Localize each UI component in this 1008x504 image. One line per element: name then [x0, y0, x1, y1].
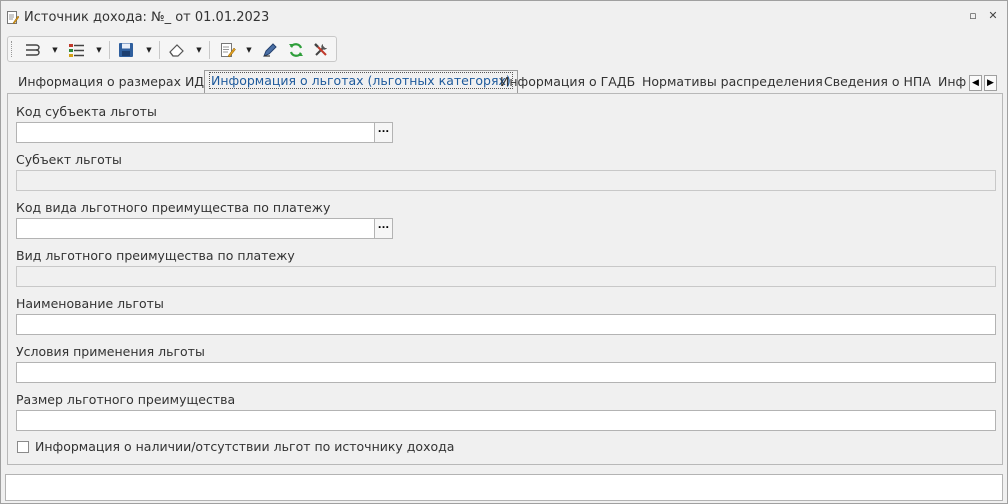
subject-code-label: Код субъекта льготы — [16, 104, 157, 119]
relations-button[interactable] — [22, 40, 44, 60]
benefits-panel: Код субъекта льготы ... Субъект льготы К… — [7, 93, 1003, 465]
tab-benefits-info-label: Информация о льготах (льготных категорях… — [209, 72, 513, 89]
benefit-type-code-label: Код вида льготного преимущества по плате… — [16, 200, 331, 215]
chevron-down-icon: ▼ — [96, 46, 102, 54]
availability-checkbox-label[interactable]: Информация о наличии/отсутствии льгот по… — [35, 439, 454, 454]
benefit-name-label: Наименование льготы — [16, 296, 164, 311]
tab-distribution-norms[interactable]: Нормативы распределения — [642, 72, 823, 93]
toolbar-divider — [109, 41, 110, 59]
close-icon: ✕ — [988, 9, 998, 22]
status-icon — [69, 44, 84, 57]
subject-code-input[interactable] — [16, 122, 376, 143]
status-field[interactable] — [5, 474, 1003, 501]
chevron-left-icon: ◀ — [972, 78, 979, 88]
refresh-icon — [289, 43, 303, 57]
pen-icon — [263, 43, 277, 57]
benefit-name-input[interactable] — [16, 314, 996, 335]
document-actions-button[interactable] — [217, 40, 239, 60]
tab-npa-info[interactable]: Сведения о НПА — [824, 72, 931, 93]
sign-button[interactable] — [259, 40, 281, 60]
chevron-down-icon: ▼ — [196, 46, 202, 54]
settings-button[interactable] — [310, 40, 332, 60]
conditions-input[interactable] — [16, 362, 996, 383]
chevron-down-icon: ▼ — [52, 46, 58, 54]
clear-button[interactable] — [166, 40, 188, 60]
tab-more[interactable]: Инф — [938, 72, 970, 93]
save-dropdown[interactable]: ▼ — [144, 40, 154, 60]
restore-button[interactable]: ▫ — [966, 9, 980, 23]
chevron-right-icon: ▶ — [987, 78, 994, 88]
toolbar-divider — [209, 41, 210, 59]
tab-size-info[interactable]: Информация о размерах ИД — [18, 72, 204, 93]
close-button[interactable]: ✕ — [986, 9, 1000, 23]
tab-gadb-info[interactable]: Информация о ГАДБ — [500, 72, 635, 93]
tools-icon — [314, 43, 327, 56]
benefit-type-code-input[interactable] — [16, 218, 376, 239]
window-title: Источник дохода: №_ от 01.01.2023 — [24, 10, 270, 25]
save-button[interactable] — [115, 40, 137, 60]
amount-input[interactable] — [16, 410, 996, 431]
restore-icon: ▫ — [969, 9, 977, 22]
relations-icon — [26, 44, 40, 56]
subject-label: Субъект льготы — [16, 152, 122, 167]
toolbar: ▼ ▼ ▼ ▼ ▼ — [7, 36, 337, 62]
clear-dropdown[interactable]: ▼ — [194, 40, 204, 60]
chevron-down-icon: ▼ — [246, 46, 252, 54]
tab-benefits-info[interactable]: Информация о льготах (льготных категорях… — [204, 70, 518, 93]
refresh-button[interactable] — [285, 40, 307, 60]
benefit-type-label: Вид льготного преимущества по платежу — [16, 248, 295, 263]
tab-scroll-left-button[interactable]: ◀ — [969, 75, 982, 91]
title-bar: Источник дохода: №_ от 01.01.2023 ▫ ✕ — [1, 1, 1007, 34]
document-window: Источник дохода: №_ от 01.01.2023 ▫ ✕ ▼ — [0, 0, 1008, 504]
relations-dropdown[interactable]: ▼ — [50, 40, 60, 60]
document-edit-icon — [7, 11, 19, 25]
benefit-type-code-lookup-button[interactable]: ... — [374, 218, 393, 239]
document-actions-dropdown[interactable]: ▼ — [244, 40, 254, 60]
amount-label: Размер льготного преимущества — [16, 392, 236, 407]
tab-scroll-right-button[interactable]: ▶ — [984, 75, 997, 91]
status-button[interactable] — [66, 40, 88, 60]
toolbar-grip[interactable] — [11, 41, 13, 57]
benefit-type-field — [16, 266, 996, 287]
subject-field — [16, 170, 996, 191]
eraser-icon — [169, 44, 184, 57]
availability-checkbox[interactable] — [17, 441, 29, 453]
chevron-down-icon: ▼ — [146, 46, 152, 54]
save-icon — [119, 43, 133, 57]
status-dropdown[interactable]: ▼ — [94, 40, 104, 60]
document-edit-icon — [221, 43, 236, 58]
subject-code-lookup-button[interactable]: ... — [374, 122, 393, 143]
tab-strip: Информация о размерах ИД Информация о ль… — [7, 69, 1001, 93]
toolbar-divider — [159, 41, 160, 59]
conditions-label: Условия применения льготы — [16, 344, 205, 359]
